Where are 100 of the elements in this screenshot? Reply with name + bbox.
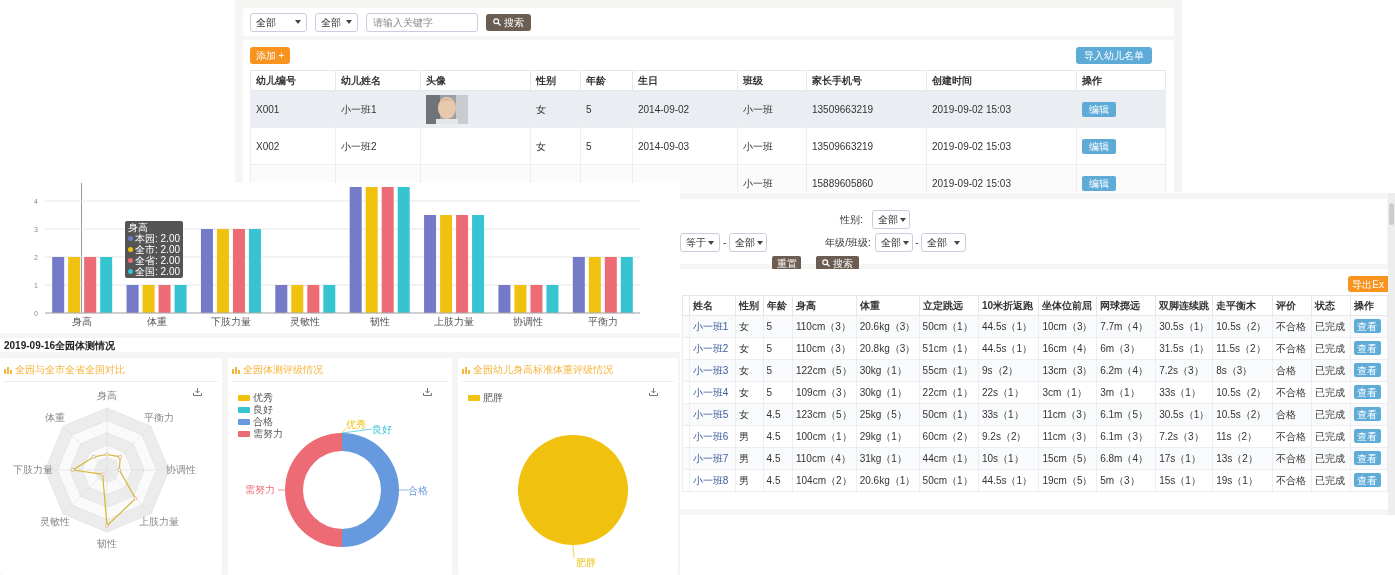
- table-cell: 已完成: [1315, 321, 1346, 332]
- table-cell: 33s（1）: [1159, 387, 1201, 398]
- table-cell: 44.5s（1）: [982, 343, 1032, 354]
- table-row[interactable]: X001 小一班1 女 5 2014-09-02 小一班 13509663219 2019-09-02 15:03 编辑: [250, 90, 1166, 128]
- table-cell: 小一班2: [341, 140, 377, 152]
- reset-button[interactable]: 重置: [772, 256, 801, 270]
- dropdown[interactable]: 全部: [729, 233, 768, 252]
- dropdown[interactable]: 等于: [680, 233, 720, 252]
- view-button[interactable]: 查看: [1353, 341, 1381, 355]
- view-button[interactable]: 查看: [1353, 319, 1381, 333]
- dropdown[interactable]: 全部: [875, 233, 914, 252]
- table-cell: 51cm（1）: [922, 343, 973, 354]
- dropdown[interactable]: 全部: [872, 210, 910, 229]
- download-icon[interactable]: [649, 388, 658, 396]
- table-cell: 20.6kg（1）: [859, 475, 916, 486]
- view-button[interactable]: 查看: [1353, 451, 1381, 465]
- section-title: 2019-09-16全园体测情况: [4, 338, 116, 353]
- table-cell: 8s（3）: [1216, 365, 1253, 376]
- table-cell: 2014-09-02: [638, 103, 690, 115]
- table-cell: 5: [766, 321, 773, 332]
- table-cell: 女: [738, 409, 749, 420]
- search-field[interactable]: 请输入关键字: [366, 12, 478, 32]
- column-header: 操作: [1350, 295, 1388, 316]
- table-cell: 4.5: [766, 409, 781, 420]
- table-cell: 13cm（3）: [1042, 365, 1093, 376]
- column-header: 头像: [420, 70, 531, 91]
- table-cell: 小一班2: [692, 343, 729, 354]
- view-button[interactable]: 查看: [1353, 473, 1381, 487]
- table-cell: 29kg（1）: [859, 431, 907, 442]
- caret-icon: [346, 20, 352, 24]
- column-header: 创建时间: [926, 70, 1077, 91]
- table-cell: 20.6kg（3）: [859, 321, 916, 332]
- column-header: 走平衡木: [1212, 295, 1273, 316]
- view-button[interactable]: 查看: [1353, 429, 1381, 443]
- bar: [323, 285, 336, 313]
- edit-button[interactable]: 编辑: [1082, 175, 1116, 191]
- table-cell: 不合格: [1275, 387, 1306, 398]
- table-cell: 44.5s（1）: [982, 475, 1032, 486]
- table-cell: 5: [766, 365, 773, 376]
- view-button[interactable]: 查看: [1353, 407, 1381, 421]
- column-header: 性别: [735, 295, 764, 316]
- column-header: 身高: [792, 295, 857, 316]
- table-cell: 女: [536, 103, 546, 115]
- table-cell: 110cm（3）: [795, 321, 851, 332]
- table-cell: X002: [256, 140, 280, 152]
- table-cell: 11.5s（2）: [1216, 343, 1266, 354]
- dropdown[interactable]: 全部: [920, 233, 966, 252]
- bar: [291, 285, 304, 313]
- view-button[interactable]: 查看: [1353, 385, 1381, 399]
- edit-button[interactable]: 编辑: [1082, 138, 1116, 154]
- scrollbar-thumb[interactable]: [1389, 203, 1394, 225]
- import-button[interactable]: 导入幼儿名单: [1076, 47, 1152, 64]
- tooltip-value: 全国: 2.00: [135, 266, 181, 277]
- range-dash: -: [915, 236, 919, 250]
- table-cell: 不合格: [1275, 431, 1306, 442]
- card-title: 全园幼儿身高标准体重评级情况: [473, 363, 613, 377]
- card-title: 全园与全市全省全国对比: [15, 363, 125, 377]
- axis-label: 上肢力量: [139, 516, 180, 528]
- table-cell: 11cm（3）: [1042, 431, 1092, 442]
- dropdown[interactable]: 全部: [250, 12, 307, 32]
- caret-icon: [900, 217, 906, 222]
- add-button[interactable]: 添加 +: [250, 47, 290, 64]
- bar: [52, 257, 65, 313]
- table-cell: 小一班4: [692, 387, 729, 398]
- view-button[interactable]: 查看: [1353, 363, 1381, 377]
- slice-label: 优秀: [346, 419, 366, 430]
- column-header: 网球掷远: [1096, 295, 1156, 316]
- table-cell: 44cm（1）: [922, 453, 973, 464]
- range-dash: -: [723, 236, 727, 250]
- legend-label: 需努力: [253, 427, 283, 441]
- table-cell: 小一班6: [692, 431, 729, 442]
- bar: [307, 285, 320, 313]
- table-cell: 已完成: [1315, 387, 1346, 398]
- table-cell: 不合格: [1275, 343, 1306, 354]
- bar: [498, 285, 511, 313]
- axis-label: 协调性: [166, 464, 196, 475]
- table-cell: 4.5: [766, 431, 781, 442]
- column-header: 坐体位前屈: [1038, 295, 1097, 316]
- search-button[interactable]: 搜索: [816, 256, 859, 270]
- column-header: 家长手机号: [806, 70, 927, 91]
- bar: [620, 257, 633, 313]
- table-cell: 110cm（4）: [795, 453, 851, 464]
- edit-button[interactable]: 编辑: [1082, 101, 1116, 117]
- download-icon[interactable]: [423, 388, 432, 396]
- table-cell: 104cm（2）: [795, 475, 852, 486]
- table-cell: 10.5s（2）: [1216, 321, 1267, 332]
- export-button[interactable]: 导出Ex: [1348, 276, 1388, 292]
- table-cell: 109cm（3）: [795, 387, 852, 398]
- dropdown[interactable]: 全部: [315, 12, 358, 32]
- caret-icon: [903, 240, 910, 245]
- table-cell: 6.1m（3）: [1100, 431, 1148, 442]
- column-header: 幼儿姓名: [335, 70, 421, 91]
- bar: [126, 285, 139, 313]
- tooltip-value: 全省: 2.00: [135, 255, 181, 266]
- table-cell: 13509663219: [812, 103, 874, 115]
- download-icon[interactable]: [193, 388, 202, 396]
- table-cell: 15cm（5）: [1042, 453, 1093, 464]
- table-row[interactable]: X002 小一班2 女 5 2014-09-03 小一班 13509663219 2019-09-02 15:03 编辑: [250, 127, 1166, 165]
- search-button[interactable]: 搜索: [486, 13, 531, 31]
- table-cell: 17s（1）: [1159, 453, 1201, 464]
